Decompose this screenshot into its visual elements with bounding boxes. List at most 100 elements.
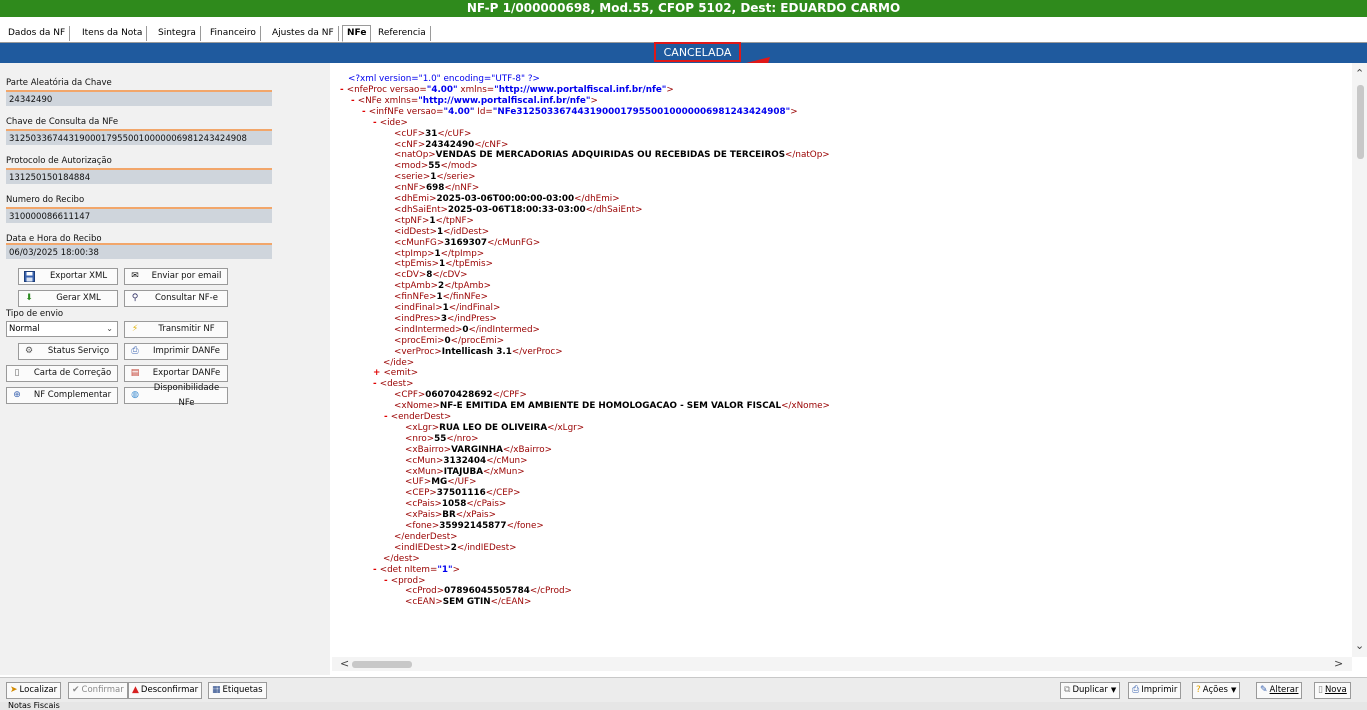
imprimir-button[interactable]: ⎙ Imprimir — [1128, 682, 1182, 699]
chevron-down-icon: ⌄ — [106, 324, 113, 333]
xml-element: <CEP>37501116</CEP> — [405, 488, 521, 499]
document-icon: ▯ — [14, 368, 20, 378]
xml-close-tag: </dest> — [383, 553, 420, 564]
expand-collapse-icon: - — [373, 564, 380, 575]
consultar-nfe-label: Consultar NF-e — [155, 293, 218, 303]
tab-referencia[interactable]: Referencia — [374, 26, 431, 41]
printer-icon: ⎙ — [1132, 685, 1140, 695]
xml-element: <tpEmis>1</tpEmis> — [394, 259, 493, 270]
xml-element: <dhSaiEnt>2025-03-06T18:00:33-03:00</dhS… — [394, 204, 643, 215]
disponibilidade-label: Disponibilidade NFe — [153, 382, 220, 408]
duplicate-icon: ⧉ — [1064, 685, 1071, 695]
hscrollbar-thumb[interactable] — [352, 661, 412, 668]
tipo-envio-value: Normal — [9, 324, 40, 334]
search-icon: ⚲ — [131, 293, 139, 303]
nova-button[interactable]: ▯ Nova — [1314, 682, 1351, 699]
xml-element: <indFinal>1</indFinal> — [394, 303, 501, 313]
gerar-xml-button[interactable]: ⬇ Gerar XML — [18, 290, 118, 307]
xml-element: <nNF>698</nNF> — [394, 183, 480, 194]
chave-field[interactable]: 3125033674431900017955001000000698124342… — [6, 129, 272, 145]
tipo-envio-select[interactable]: Normal ⌄ — [6, 321, 118, 337]
consultar-nfe-button[interactable]: ⚲ Consultar NF-e — [124, 290, 228, 307]
parte-aleatoria-field[interactable]: 24342490 — [6, 90, 272, 106]
desconfirmar-button[interactable]: ▲ Desconfirmar — [128, 682, 203, 699]
xml-element: <indIEDest>2</indIEDest> — [394, 542, 517, 553]
expand-collapse-icon: - — [384, 412, 391, 422]
exportar-xml-button[interactable]: Exportar XML — [18, 268, 118, 285]
xml-viewer[interactable]: <?xml version="1.0" encoding="UTF-8" ?> … — [332, 63, 1352, 657]
imprimir-danfe-label: Imprimir DANFe — [152, 346, 221, 356]
tab-itens-nota[interactable]: Itens da Nota — [78, 26, 148, 41]
status-servico-button[interactable]: ⚙ Status Serviço — [18, 343, 118, 360]
scroll-right-icon[interactable]: > — [1334, 657, 1343, 670]
tab-ajustes-nf[interactable]: Ajustes da NF — [268, 26, 339, 41]
bottom-toolbar: ➤ Localizar ✔ Confirmar ▲ Desconfirmar ▦ Eti… — [0, 677, 1367, 703]
disponibilidade-button[interactable]: ◍ Disponibilidade NFe — [124, 383, 228, 408]
globe-icon: ◍ — [131, 390, 139, 400]
expand-collapse-icon: - — [384, 575, 391, 586]
exportar-xml-label: Exportar XML — [49, 271, 108, 281]
tab-nfe[interactable]: NFe — [342, 25, 372, 42]
transmitir-nf-label: Transmitir NF — [158, 324, 215, 334]
xml-node-toggle: - <prod> — [384, 575, 426, 586]
pdf-icon: ▤ — [130, 368, 140, 378]
duplicar-button[interactable]: ⧉ Duplicar ▼ — [1060, 682, 1121, 699]
xml-element: <cMunFG>3169307</cMunFG> — [394, 237, 541, 248]
alterar-label: Alterar — [1269, 685, 1299, 695]
protocolo-field[interactable]: 131250150184884 — [6, 168, 272, 184]
xml-close-tag: </enderDest> — [394, 531, 458, 542]
xml-node-toggle: - <ide> — [373, 117, 408, 128]
horizontal-scrollbar[interactable]: < > — [332, 657, 1352, 671]
xml-element: <CPF>06070428692</CPF> — [394, 390, 527, 401]
enviar-email-label: Enviar por email — [151, 271, 222, 281]
tab-dados-nf[interactable]: Dados da NF — [4, 26, 71, 41]
enviar-email-button[interactable]: ✉ Enviar por email — [124, 268, 228, 285]
data-hora-field[interactable]: 06/03/2025 18:00:38 — [6, 243, 272, 259]
dropdown-arrow-icon: ▼ — [1110, 686, 1117, 694]
tab-financeiro[interactable]: Financeiro — [206, 26, 261, 41]
xml-element: <indIntermed>0</indIntermed> — [394, 324, 540, 335]
confirmar-button[interactable]: ✔ Confirmar — [68, 682, 128, 699]
exportar-danfe-button[interactable]: ▤ Exportar DANFe — [124, 365, 228, 382]
warning-icon: ▲ — [132, 685, 139, 695]
recibo-field[interactable]: 310000086611147 — [6, 207, 272, 223]
xml-element: <serie>1</serie> — [394, 172, 476, 183]
alterar-button[interactable]: ✎ Alterar — [1256, 682, 1303, 699]
parte-aleatoria-label: Parte Aleatória da Chave — [6, 78, 112, 88]
imprimir-danfe-button[interactable]: ⎙ Imprimir DANFe — [124, 343, 228, 360]
gerar-xml-label: Gerar XML — [56, 293, 101, 303]
transmitir-nf-button[interactable]: ⚡ Transmitir NF — [124, 321, 228, 338]
xml-node-toggle: - <dest> — [373, 379, 414, 390]
chave-label: Chave de Consulta da NFe — [6, 117, 119, 127]
nf-complementar-button[interactable]: ⊕ NF Complementar — [6, 387, 118, 404]
xml-element: <xMun>ITAJUBA</xMun> — [405, 466, 525, 477]
xml-element: <dhEmi>2025-03-06T00:00:00-03:00</dhEmi> — [394, 194, 620, 204]
lightning-icon: ⚡ — [131, 324, 139, 334]
xml-element: <cDV>8</cDV> — [394, 270, 468, 281]
scrollbar-thumb[interactable] — [1357, 85, 1364, 159]
scroll-down-icon[interactable]: ⌄ — [1355, 639, 1364, 652]
xml-node-toggle: - <NFe xmlns="http://www.portalfiscal.in… — [351, 95, 598, 106]
tab-sintegra[interactable]: Sintegra — [154, 26, 201, 41]
nfe-info-panel: Parte Aleatória da Chave 24342490 Chave … — [0, 63, 330, 675]
xml-declaration: <?xml version="1.0" encoding="UTF-8" ?> — [348, 74, 540, 84]
expand-collapse-icon: - — [351, 95, 358, 106]
etiquetas-button[interactable]: ▦ Etiquetas — [208, 682, 267, 699]
expand-collapse-icon: - — [373, 379, 380, 390]
xml-element: <cEAN>SEM GTIN</cEAN> — [405, 597, 532, 608]
vertical-scrollbar[interactable]: ⌃ ⌄ — [1352, 63, 1367, 657]
tipo-envio-label: Tipo de envio — [6, 309, 64, 319]
acoes-button[interactable]: ? Ações ▼ — [1192, 682, 1241, 699]
carta-correcao-button[interactable]: ▯ Carta de Correção — [6, 365, 118, 382]
xml-element: <tpNF>1</tpNF> — [394, 215, 474, 226]
footer-tab-strip: Notas Fiscais — [0, 701, 1367, 710]
localizar-button[interactable]: ➤ Localizar — [6, 682, 62, 699]
printer-icon: ⎙ — [131, 346, 139, 356]
nf-complementar-label: NF Complementar — [33, 390, 112, 400]
scroll-left-icon[interactable]: < — [340, 657, 349, 670]
edit-icon: ✎ — [1260, 685, 1268, 695]
footer-tab-notas-fiscais[interactable]: Notas Fiscais — [8, 701, 60, 710]
nova-label: Nova — [1324, 685, 1347, 695]
scroll-up-icon[interactable]: ⌃ — [1355, 67, 1364, 80]
expand-collapse-icon: - — [362, 106, 369, 117]
